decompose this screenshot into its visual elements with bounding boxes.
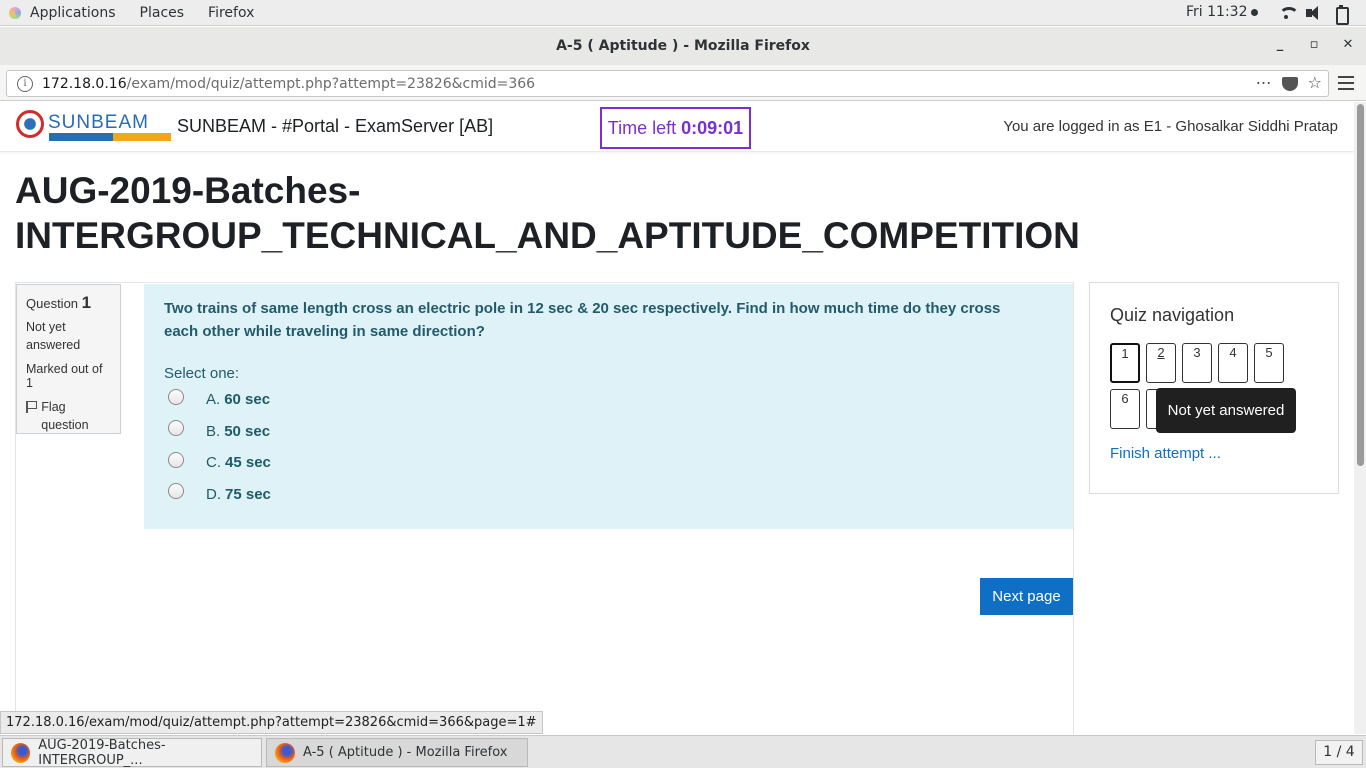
firefox-menu[interactable]: Firefox — [208, 5, 254, 21]
applications-label: Applications — [30, 4, 116, 21]
navigation-bar: i 172.18.0.16 /exam/mod/quiz/attempt.php… — [0, 65, 1366, 101]
logo-wordmark: SUNBEAM — [48, 112, 149, 133]
answer-options: A. 60 sec B. 50 sec C. 45 sec D. 75 sec — [164, 384, 1053, 510]
question-text: Two trains of same length cross an elect… — [164, 300, 1001, 340]
scrollbar-thumb[interactable] — [1357, 104, 1364, 466]
sunbeam-logo[interactable]: SUNBEAM — [16, 110, 172, 146]
question-label: Question — [26, 296, 79, 311]
site-header: SUNBEAM SUNBEAM - #Portal - ExamServer [… — [0, 102, 1354, 152]
quiz-nav-button-1[interactable]: 1 — [1110, 343, 1140, 383]
quiz-nav-number: 2 — [1157, 345, 1165, 360]
answer-option-d[interactable]: D. 75 sec — [164, 479, 1053, 511]
taskbar-item-quiz-window[interactable]: AUG-2019-Batches-INTERGROUP_... — [2, 737, 262, 768]
window-titlebar: A-5 ( Aptitude ) - Mozilla Firefox _ ▫ ✕ — [0, 27, 1366, 65]
page-content: SUNBEAM SUNBEAM - #Portal - ExamServer [… — [0, 102, 1354, 734]
taskbar-item-label: A-5 ( Aptitude ) - Mozilla Firefox — [303, 745, 508, 760]
firefox-icon — [275, 742, 295, 763]
applications-icon — [8, 6, 22, 20]
system-tray[interactable] — [1278, 5, 1349, 25]
quiz-nav-button-2[interactable]: 2 — [1146, 343, 1176, 383]
quiz-timer: Time left 0:09:01 — [600, 107, 751, 149]
close-button[interactable]: ✕ — [1338, 35, 1358, 55]
maximize-button[interactable]: ▫ — [1304, 35, 1324, 55]
url-bar[interactable]: i 172.18.0.16 /exam/mod/quiz/attempt.php… — [6, 70, 1329, 97]
taskbar-item-label: AUG-2019-Batches-INTERGROUP_... — [38, 737, 166, 768]
page-actions-icon[interactable]: ⋯ — [1256, 73, 1272, 92]
url-path: /exam/mod/quiz/attempt.php?attempt=23826… — [126, 75, 536, 92]
next-page-button[interactable]: Next page — [980, 578, 1073, 615]
quiz-navigation-title: Quiz navigation — [1110, 305, 1235, 325]
option-text: 60 sec — [224, 391, 271, 409]
option-letter: C. — [206, 454, 221, 472]
places-menu[interactable]: Places — [140, 5, 185, 21]
page-scrollbar[interactable] — [1354, 102, 1366, 734]
top-bar: Applications Places Firefox Fri 11:32 — [0, 0, 1366, 26]
window-title: A-5 ( Aptitude ) - Mozilla Firefox — [556, 38, 810, 54]
wifi-icon — [1278, 5, 1299, 21]
site-name[interactable]: SUNBEAM - #Portal - ExamServer [AB] — [177, 116, 493, 137]
workspace-switcher[interactable]: 1 / 4 — [1315, 740, 1363, 765]
radio-button[interactable] — [168, 388, 184, 405]
option-letter: B. — [206, 422, 221, 440]
question-formulation: Two trains of same length cross an elect… — [144, 284, 1073, 529]
firefox-icon — [11, 742, 31, 763]
radio-button[interactable] — [168, 451, 184, 468]
bookmark-star-icon[interactable]: ☆ — [1308, 73, 1322, 92]
answer-option-c[interactable]: C. 45 sec — [164, 447, 1053, 479]
question-marks: Marked out of 1 — [26, 362, 103, 390]
status-link-url: 172.18.0.16/exam/mod/quiz/attempt.php?at… — [0, 711, 543, 734]
quiz-nav-button-4[interactable]: 4 — [1218, 343, 1248, 383]
url-host: 172.18.0.16 — [42, 75, 127, 92]
option-letter: A. — [206, 391, 221, 409]
question-state: Not yet answered — [26, 320, 81, 352]
logo-tagline-bar — [49, 133, 171, 141]
battery-icon — [1332, 5, 1349, 25]
finish-attempt-link[interactable]: Finish attempt ... — [1110, 445, 1221, 462]
quiz-nav-button-6[interactable]: 6 — [1110, 389, 1140, 429]
answer-option-b[interactable]: B. 50 sec — [164, 416, 1053, 448]
quiz-nav-button-5[interactable]: 5 — [1254, 343, 1284, 383]
question-number-value: 1 — [81, 293, 92, 312]
clock[interactable]: Fri 11:32 — [1186, 4, 1259, 20]
logged-in-user: You are logged in as E1 - Ghosalkar Sidd… — [1003, 118, 1338, 135]
minimize-button[interactable]: _ — [1270, 35, 1290, 55]
option-text: 50 sec — [224, 422, 271, 440]
option-text: 75 sec — [225, 485, 271, 503]
timer-label: Time left — [607, 117, 677, 138]
volume-icon — [1305, 5, 1322, 21]
applications-menu[interactable]: Applications — [8, 5, 140, 21]
taskbar: AUG-2019-Batches-INTERGROUP_... A-5 ( Ap… — [0, 735, 1366, 768]
radio-button[interactable] — [168, 420, 184, 437]
answer-option-a[interactable]: A. 60 sec — [164, 384, 1053, 416]
flag-question-button[interactable]: Flag question — [26, 398, 111, 434]
timer-value: 0:09:01 — [681, 117, 744, 138]
select-one-prompt: Select one: — [164, 365, 240, 382]
notification-dot-icon — [1251, 8, 1259, 16]
menu-hamburger-icon[interactable] — [1338, 76, 1354, 90]
option-letter: D. — [206, 485, 221, 503]
site-info-icon[interactable]: i — [17, 75, 33, 92]
quiz-nav-button-3[interactable]: 3 — [1182, 343, 1212, 383]
taskbar-item-aptitude-window[interactable]: A-5 ( Aptitude ) - Mozilla Firefox — [266, 738, 528, 767]
logo-emblem — [16, 110, 44, 138]
flag-question-label: Flag question — [41, 400, 89, 432]
question-number: Question 1 — [26, 293, 111, 313]
question-info: Question 1 Not yet answered Marked out o… — [16, 284, 121, 434]
clock-label: Fri 11:32 — [1186, 4, 1248, 20]
radio-button[interactable] — [168, 483, 184, 500]
page-title: AUG-2019-Batches-INTERGROUP_TECHNICAL_AN… — [15, 170, 1080, 256]
pocket-icon[interactable] — [1281, 77, 1298, 91]
option-text: 45 sec — [225, 454, 271, 472]
flag-icon — [26, 401, 38, 413]
tooltip: Not yet answered — [1156, 388, 1296, 433]
